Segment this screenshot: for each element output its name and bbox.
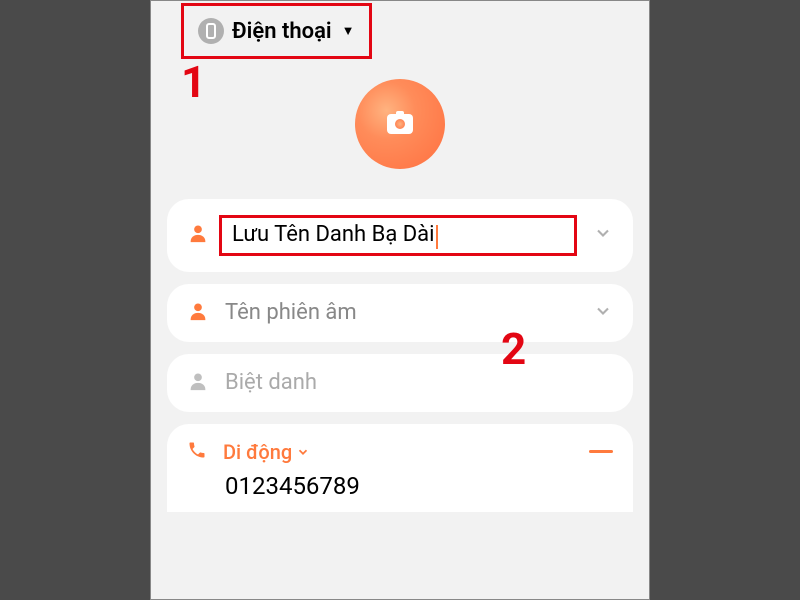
storage-location-selector[interactable]: Điện thoại ▼	[181, 3, 372, 59]
phone-section: Di động 0123456789	[167, 424, 633, 512]
person-icon	[187, 300, 209, 326]
phone-storage-icon	[198, 18, 224, 44]
storage-label: Điện thoại	[232, 19, 332, 44]
dropdown-arrow-icon: ▼	[342, 23, 355, 39]
phone-icon	[187, 440, 207, 464]
chevron-down-icon	[296, 445, 310, 459]
chevron-down-icon[interactable]	[593, 301, 613, 325]
chevron-down-icon[interactable]	[593, 223, 613, 247]
nickname-field-row[interactable]: Biệt danh	[167, 354, 633, 412]
annotation-marker-2: 2	[501, 323, 526, 375]
avatar-section	[151, 79, 649, 169]
phonetic-input[interactable]: Tên phiên âm	[225, 300, 577, 325]
person-icon	[187, 222, 209, 248]
remove-phone-button[interactable]	[589, 450, 613, 453]
phonetic-field-row[interactable]: Tên phiên âm	[167, 284, 633, 342]
phone-type-label: Di động	[223, 440, 292, 464]
contact-edit-screen: Điện thoại ▼ 1 Lưu Tên Danh Bạ Dài 2 Tên…	[150, 0, 650, 600]
contact-avatar-button[interactable]	[355, 79, 445, 169]
camera-icon	[387, 114, 413, 134]
name-input-highlight: Lưu Tên Danh Bạ Dài	[219, 215, 577, 256]
nickname-input[interactable]: Biệt danh	[225, 370, 613, 395]
text-cursor	[436, 225, 438, 249]
name-field-row[interactable]: Lưu Tên Danh Bạ Dài	[167, 199, 633, 272]
phone-type-selector[interactable]: Di động	[223, 440, 573, 464]
annotation-marker-1: 1	[181, 56, 206, 108]
phone-number-input[interactable]: 0123456789	[225, 472, 613, 500]
person-icon	[187, 370, 209, 396]
name-input[interactable]: Lưu Tên Danh Bạ Dài	[232, 222, 435, 247]
